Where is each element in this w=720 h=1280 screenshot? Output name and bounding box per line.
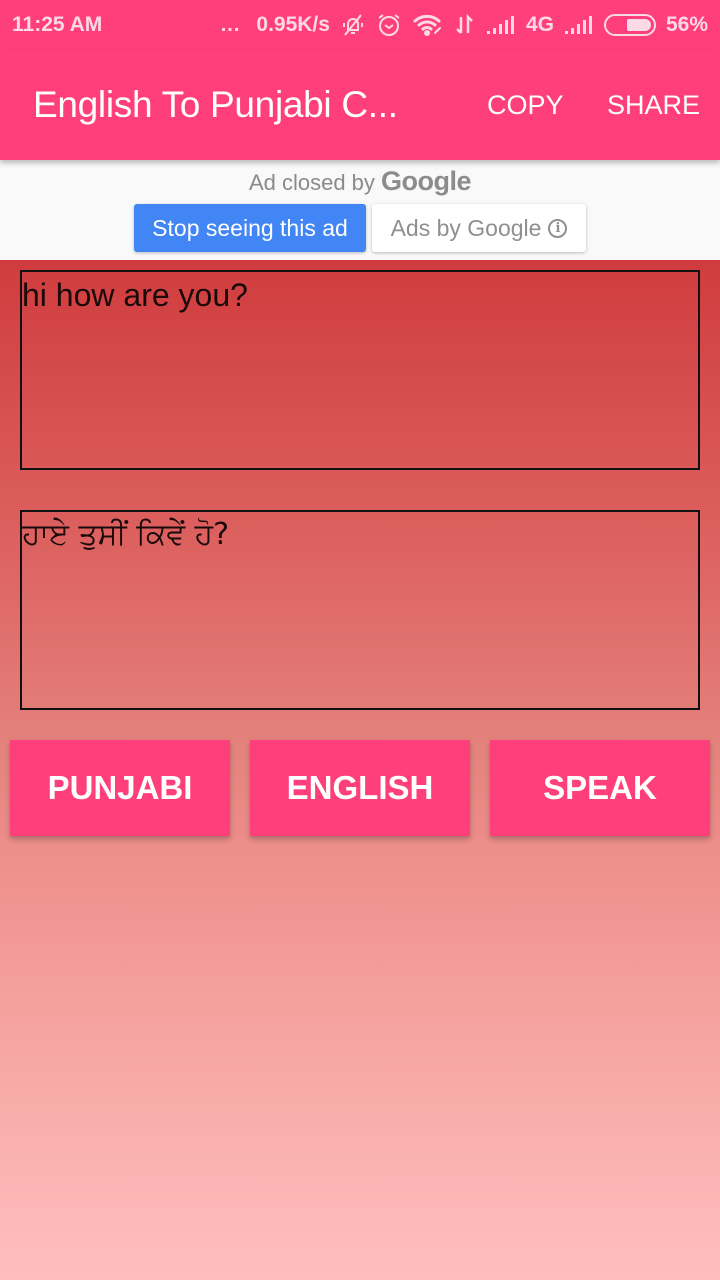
app-title: English To Punjabi C... — [33, 84, 398, 125]
share-button[interactable]: SHARE — [607, 90, 700, 121]
ad-banner: Ad closed by Google Stop seeing this ad … — [0, 160, 720, 260]
status-time: 11:25 AM — [12, 13, 103, 36]
copy-button[interactable]: COPY — [487, 90, 564, 121]
wifi-icon — [412, 13, 444, 37]
signal-icon — [564, 13, 594, 37]
status-bar: 11:25 AM ... 0.95K/s 4G 56% — [0, 0, 720, 50]
network-speed: 0.95K/s — [256, 13, 330, 36]
google-logo: Google — [381, 166, 472, 196]
stop-seeing-ad-button[interactable]: Stop seeing this ad — [134, 204, 366, 252]
more-notifications-icon: ... — [220, 13, 241, 36]
info-icon: i — [548, 218, 568, 238]
english-input-field[interactable]: hi how are you? — [20, 270, 700, 470]
status-indicators: ... 0.95K/s 4G 56% — [221, 13, 708, 37]
battery-icon — [603, 14, 656, 36]
ad-closed-text: Ad closed by — [248, 170, 375, 195]
app-bar: English To Punjabi C... COPY SHARE — [0, 50, 720, 160]
punjabi-button[interactable]: PUNJABI — [10, 740, 230, 836]
ad-closed-message: Ad closed by Google — [0, 166, 720, 197]
alarm-icon — [376, 13, 402, 37]
data-transfer-icon — [454, 13, 476, 37]
ads-by-google-button[interactable]: Ads by Google i — [372, 204, 586, 252]
ads-by-google-label: Ads by Google — [390, 214, 542, 241]
speak-button[interactable]: SPEAK — [490, 740, 710, 836]
network-type: 4G — [525, 13, 554, 36]
punjabi-output-field[interactable]: ਹਾਏ ਤੁਸੀਂ ਕਿਵੇਂ ਹੋ? — [20, 510, 700, 710]
notifications-muted-icon — [340, 13, 366, 37]
signal-icon — [486, 13, 516, 37]
english-button[interactable]: ENGLISH — [250, 740, 470, 836]
battery-percent: 56% — [665, 13, 708, 36]
